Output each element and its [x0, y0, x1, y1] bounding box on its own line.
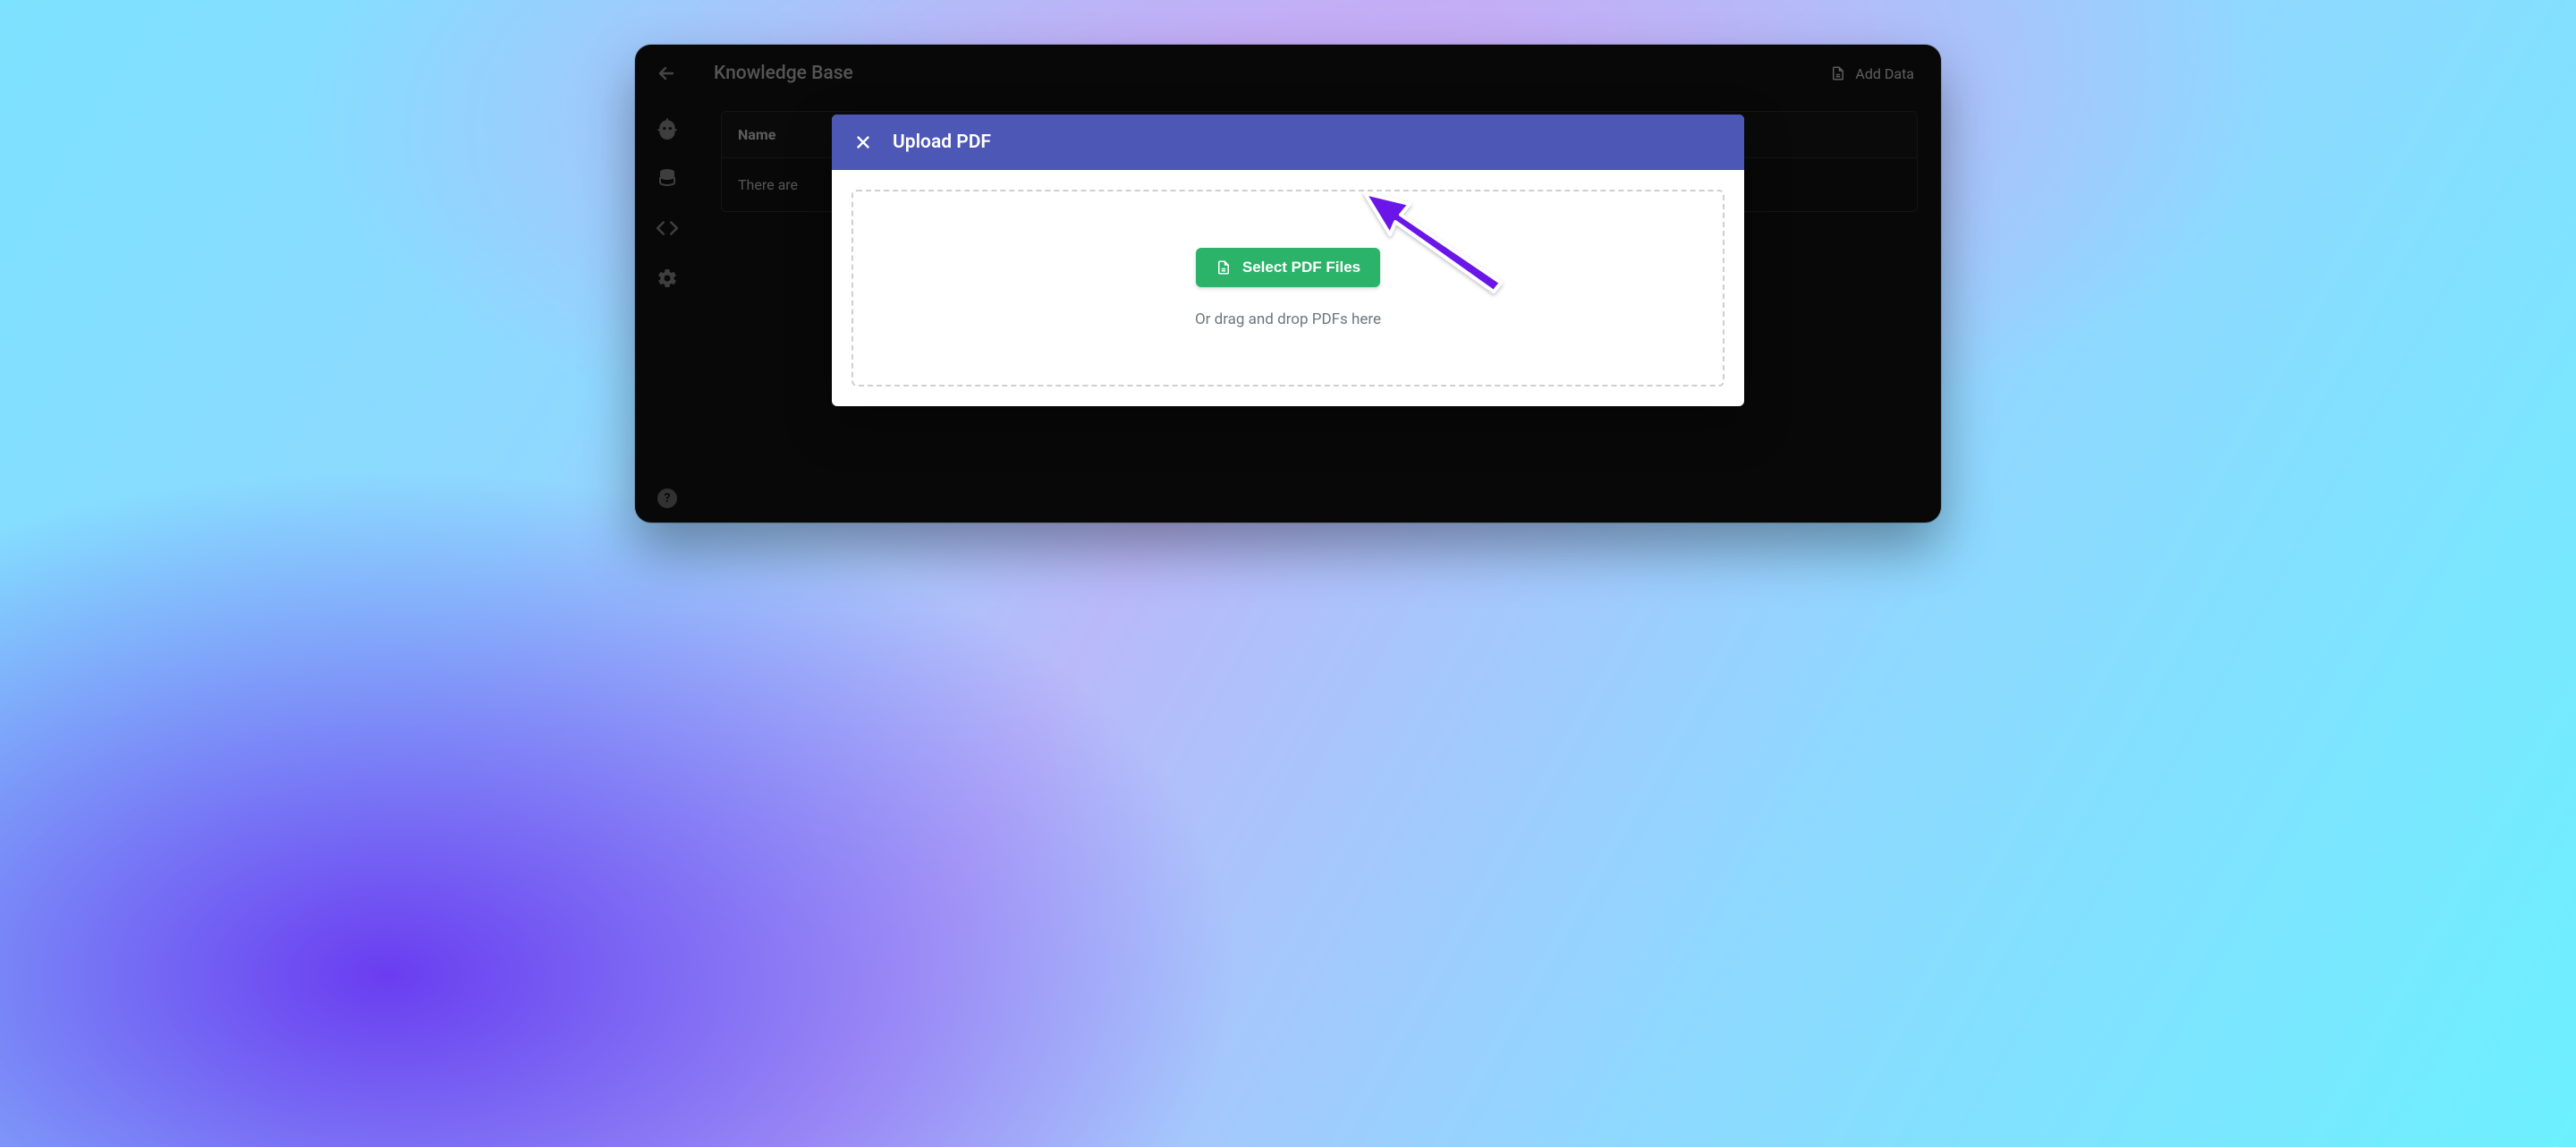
upload-pdf-modal: Upload PDF Select PDF Files Or drag and …	[832, 115, 1744, 406]
app-window: Knowledge Base Add Data ?	[635, 45, 1941, 523]
close-icon	[853, 132, 873, 152]
drop-hint-text: Or drag and drop PDFs here	[1195, 310, 1381, 328]
modal-header: Upload PDF	[832, 115, 1744, 170]
select-pdf-label: Select PDF Files	[1242, 259, 1360, 276]
select-pdf-button[interactable]: Select PDF Files	[1196, 248, 1380, 287]
file-icon	[1216, 259, 1232, 276]
modal-title: Upload PDF	[893, 132, 991, 153]
file-dropzone[interactable]: Select PDF Files Or drag and drop PDFs h…	[852, 190, 1724, 387]
modal-close-button[interactable]	[852, 131, 875, 154]
modal-body: Select PDF Files Or drag and drop PDFs h…	[832, 170, 1744, 406]
